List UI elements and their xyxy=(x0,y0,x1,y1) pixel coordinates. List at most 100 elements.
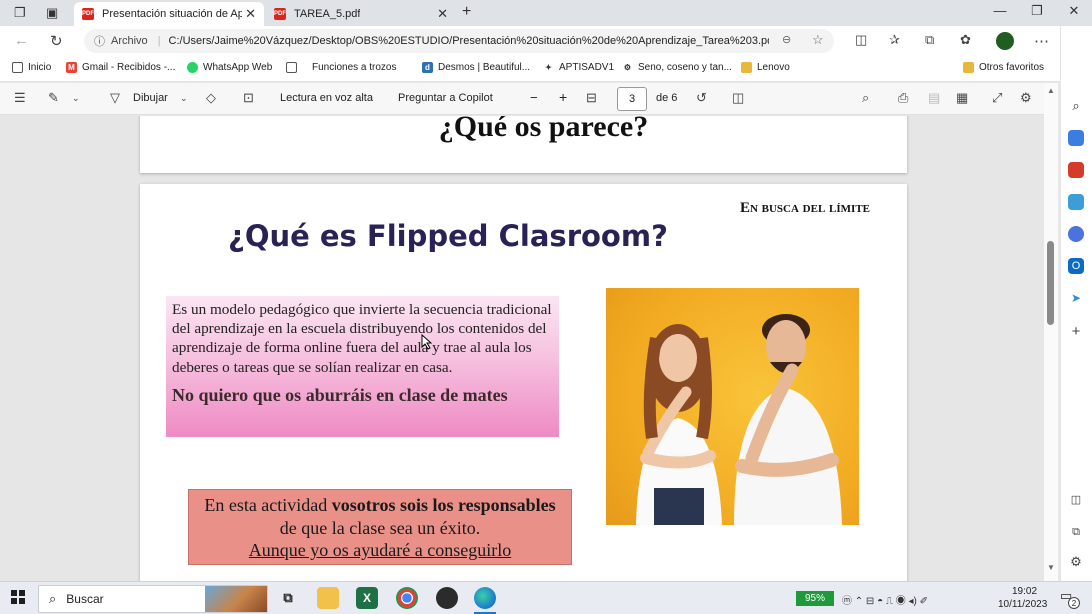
print-icon[interactable]: ⎙ xyxy=(898,90,908,106)
ask-copilot-button[interactable]: Preguntar a Copilot xyxy=(398,92,493,104)
add-icon[interactable]: + xyxy=(1068,324,1084,340)
reload-icon[interactable]: ↻ xyxy=(50,32,63,50)
favorite-star-icon[interactable]: ☆ xyxy=(812,32,824,48)
obs-icon[interactable] xyxy=(436,587,458,609)
people-illustration xyxy=(636,314,842,525)
new-tab-icon[interactable]: + xyxy=(462,3,471,21)
chrome-icon[interactable] xyxy=(396,587,418,609)
tab-presentacion[interactable]: PDF Presentación situación de Aprend ✕ xyxy=(74,2,264,26)
edge-icon[interactable] xyxy=(474,587,496,609)
close-tab-icon[interactable]: ✕ xyxy=(245,6,256,22)
split-screen-icon[interactable]: ◫ xyxy=(855,32,867,48)
page-number-input[interactable]: 3 xyxy=(617,87,647,111)
whatsapp-icon xyxy=(187,62,198,73)
back-icon[interactable]: ← xyxy=(14,32,29,49)
windows-start-icon[interactable] xyxy=(11,590,25,604)
zoom-in-button[interactable]: + xyxy=(559,89,567,105)
extensions-icon[interactable]: ✿ xyxy=(960,32,971,48)
zoom-out-button[interactable]: − xyxy=(530,90,538,105)
close-window-icon[interactable]: ✕ xyxy=(1064,3,1084,19)
bookmark-inicio[interactable]: Inicio xyxy=(12,62,51,73)
close-tab-icon[interactable]: ✕ xyxy=(437,6,448,22)
edge-sidebar: ⌕ O ➤ + ◫ ⧉ ⚙ xyxy=(1060,26,1092,581)
battery-badge[interactable]: 95% xyxy=(796,591,834,606)
scroll-down-icon[interactable]: ▼ xyxy=(1047,563,1055,572)
file-explorer-icon[interactable] xyxy=(317,587,339,609)
chevron-down-icon[interactable]: ⌄ xyxy=(72,93,80,104)
page-view-icon[interactable]: ◫ xyxy=(732,90,744,106)
text-box-icon[interactable]: ⊡ xyxy=(243,90,254,106)
file-label: Archivo xyxy=(111,35,148,47)
profile-avatar[interactable] xyxy=(996,32,1014,50)
bookmark-label: Desmos | Beautiful... xyxy=(438,62,531,73)
draw-icon[interactable]: ▽ xyxy=(110,90,120,106)
save-as-icon[interactable]: ▦ xyxy=(956,90,968,106)
settings-gear-icon[interactable]: ⚙ xyxy=(1068,554,1084,570)
favorites-icon[interactable]: ✰ xyxy=(889,32,900,48)
highlight-icon[interactable]: ✎ xyxy=(48,90,59,106)
office-icon[interactable] xyxy=(1068,226,1084,242)
bookmark-seno[interactable]: ⚙ Seno, coseno y tan... xyxy=(622,62,732,73)
restore-icon[interactable]: ❐ xyxy=(1027,3,1047,19)
tab-title: Presentación situación de Aprend xyxy=(102,8,242,20)
expand-icon[interactable]: ⤢ xyxy=(992,90,1002,106)
bookmark-label: WhatsApp Web xyxy=(203,62,273,73)
vertical-scrollbar[interactable]: ▲ ▼ xyxy=(1044,83,1058,581)
bookmark-lenovo[interactable]: Lenovo xyxy=(741,62,790,73)
fit-page-icon[interactable]: ⊟ xyxy=(586,90,597,106)
more-icon[interactable]: ⋯ xyxy=(1034,32,1049,50)
pdf-icon: PDF xyxy=(274,8,286,20)
zoom-icon[interactable]: ⊖ xyxy=(782,33,791,46)
pdf-viewer[interactable]: ¿Qué os parece? En busca del límite ¿Qué… xyxy=(0,116,1044,581)
gmail-icon: M xyxy=(66,62,77,73)
desmos-icon: d xyxy=(422,62,433,73)
collections-icon[interactable]: ⧉ xyxy=(925,32,934,48)
outlook-icon[interactable]: O xyxy=(1068,258,1084,274)
bookmark-funciones[interactable]: Funciones a trozos xyxy=(286,62,397,73)
search-highlight-image xyxy=(205,586,267,612)
workspaces-icon[interactable]: ❐ xyxy=(14,5,26,21)
send-icon[interactable]: ➤ xyxy=(1068,290,1084,306)
folder-icon xyxy=(741,62,752,73)
tab-actions-icon[interactable]: ▣ xyxy=(46,5,58,21)
taskbar-search[interactable]: ⌕ Buscar xyxy=(38,585,268,613)
clock-time[interactable]: 19:02 xyxy=(1012,586,1037,597)
external-link-icon[interactable]: ⧉ xyxy=(1068,524,1084,540)
scroll-up-icon[interactable]: ▲ xyxy=(1047,86,1055,95)
read-aloud-button[interactable]: Lectura en voz alta xyxy=(280,92,373,104)
tag-icon[interactable] xyxy=(1068,130,1084,146)
tab-tarea5[interactable]: PDF TAREA_5.pdf ✕ xyxy=(266,2,456,26)
search-placeholder: Buscar xyxy=(66,592,104,606)
search-icon[interactable]: ⌕ xyxy=(1068,98,1084,114)
toolbox-icon[interactable] xyxy=(1068,162,1084,178)
url-text: C:/Users/Jaime%20Vázquez/Desktop/OBS%20E… xyxy=(168,35,769,47)
rotate-icon[interactable]: ↺ xyxy=(696,90,707,106)
box-text-underlined: Aunque yo os ayudaré a conseguirlo xyxy=(248,540,512,560)
eraser-icon[interactable]: ◇ xyxy=(206,90,216,106)
bookmark-gmail[interactable]: M Gmail - Recibidos -... xyxy=(66,62,175,73)
scroll-thumb[interactable] xyxy=(1047,241,1054,325)
draw-button[interactable]: Dibujar xyxy=(133,92,168,104)
tray-icons[interactable]: ⓜ ⌃ ⊟ ◓ ⎍ ◉ ◂) ✐ xyxy=(842,592,928,607)
header-tag: En busca del límite xyxy=(739,200,870,216)
minimize-icon[interactable]: — xyxy=(990,3,1010,18)
settings-gear-icon[interactable]: ⚙ xyxy=(1020,90,1032,106)
games-icon[interactable] xyxy=(1068,194,1084,210)
info-icon[interactable]: ⓘ xyxy=(94,33,105,49)
sidebar-layout-icon[interactable]: ◫ xyxy=(1068,492,1084,508)
separator: | xyxy=(157,35,161,47)
bookmark-whatsapp[interactable]: WhatsApp Web xyxy=(187,62,272,73)
pdf-icon: PDF xyxy=(82,8,94,20)
bookmark-aptis[interactable]: ✦ APTISADV1 xyxy=(543,62,614,73)
save-icon[interactable]: ▤ xyxy=(928,90,940,106)
chevron-down-icon[interactable]: ⌄ xyxy=(180,93,188,104)
url-field[interactable]: ⓘ Archivo | C:/Users/Jaime%20Vázquez/Des… xyxy=(84,29,834,53)
bookmark-desmos[interactable]: d Desmos | Beautiful... xyxy=(422,62,530,73)
excel-icon[interactable]: X xyxy=(356,587,378,609)
bookmark-otros-favoritos[interactable]: Otros favoritos xyxy=(963,62,1044,73)
contents-icon[interactable]: ☰ xyxy=(14,90,26,106)
clock-date[interactable]: 10/11/2023 xyxy=(998,599,1047,610)
search-icon[interactable]: ⌕ xyxy=(862,90,869,106)
task-view-icon[interactable]: ⧉ xyxy=(277,587,299,609)
pdf-page-current: En busca del límite ¿Qué es Flipped Clas… xyxy=(140,184,907,581)
